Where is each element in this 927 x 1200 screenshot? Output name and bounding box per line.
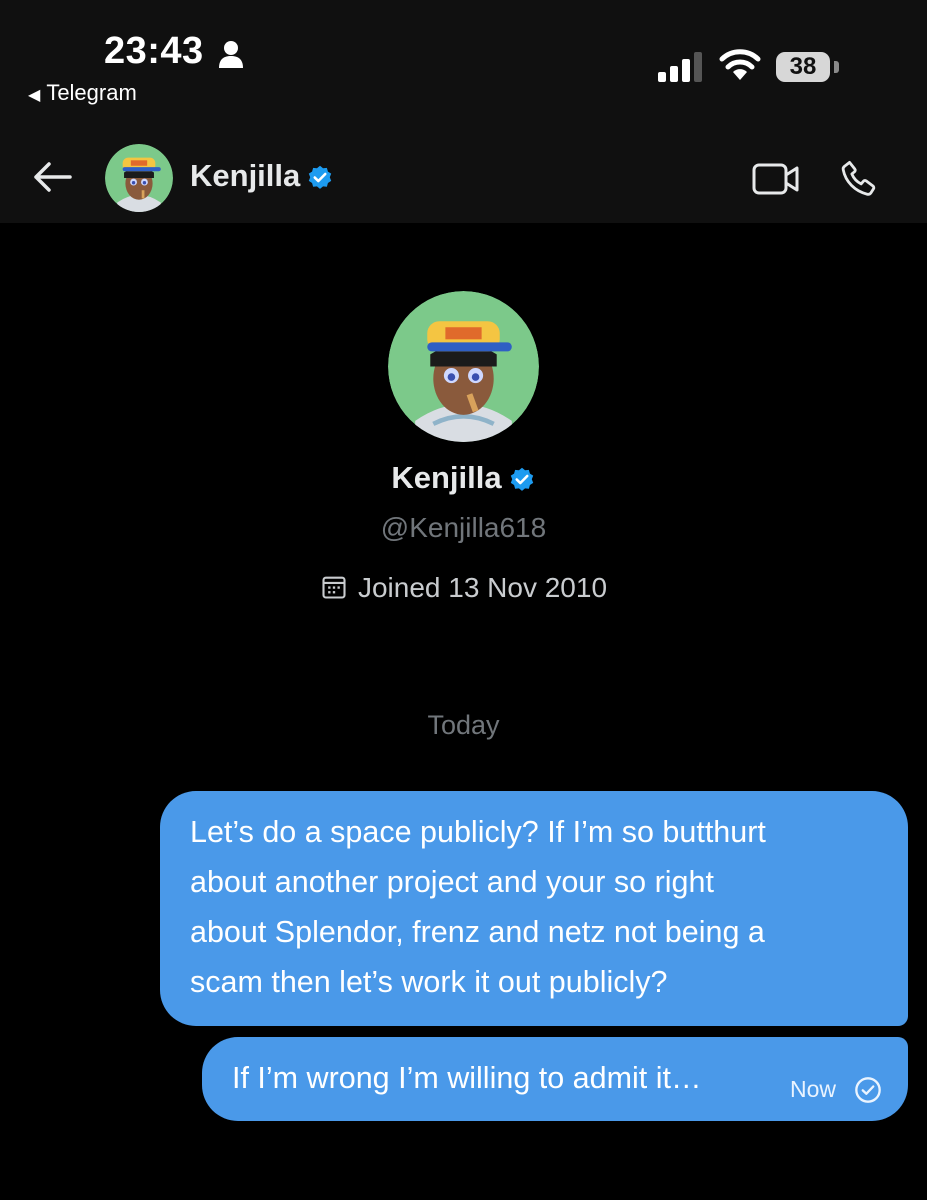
profile-avatar-image [388,291,539,442]
back-triangle-icon: ◀ [28,87,41,104]
profile-name[interactable]: Kenjilla [0,460,927,496]
back-to-app-link[interactable]: ◀ Telegram [28,80,137,106]
battery-level: 38 [789,53,817,80]
profile-avatar[interactable] [388,291,539,442]
phone-call-icon[interactable] [838,158,880,200]
joined-text: Joined 13 Nov 2010 [357,572,608,603]
contact-avatar[interactable] [105,144,173,212]
sent-check-icon [855,1077,881,1103]
back-app-label: Telegram [46,80,137,105]
contact-name: Kenjilla [190,158,301,193]
joined-date: Joined 13 Nov 2010 [0,572,927,604]
video-call-icon[interactable] [752,162,800,196]
status-time: 23:43 [104,30,204,72]
verified-badge-icon [309,165,332,189]
message-timestamp: Now [790,1076,837,1102]
message-bubble[interactable]: If I’m wrong I’m willing to admit it… No… [202,1037,908,1121]
message-text: Let’s do a space publicly? If I’m so but… [190,815,766,999]
profile-handle: @Kenjilla618 [380,512,547,543]
profile-name-text: Kenjilla [391,460,502,495]
wifi-icon [719,49,761,80]
cellular-signal-icon [658,52,702,82]
verified-badge-icon [510,467,533,491]
person-icon [219,41,243,68]
back-arrow-icon[interactable] [30,160,74,194]
status-bar: 23:43 ◀ Telegram 38 [0,0,927,120]
message-text: If I’m wrong I’m willing to admit it… [232,1061,702,1095]
message-bubble[interactable]: Let’s do a space publicly? If I’m so but… [160,791,908,1026]
conversation-header: Kenjilla [0,120,927,223]
date-separator: Today [427,710,500,740]
battery-nub [834,61,839,73]
contact-name-header[interactable]: Kenjilla [190,158,334,194]
battery-indicator: 38 [776,52,830,82]
avatar-image [105,144,173,212]
calendar-icon [322,576,346,599]
